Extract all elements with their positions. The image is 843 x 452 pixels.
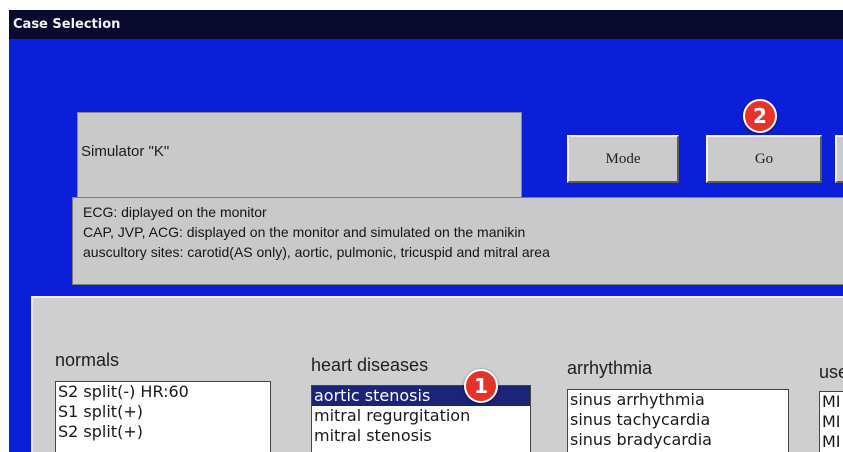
normals-label: normals bbox=[55, 350, 120, 370]
list-item[interactable]: mitral stenosis bbox=[312, 426, 530, 446]
info-line-auscultory-sites: auscultory sites: carotid(AS only), aort… bbox=[83, 244, 550, 260]
window-title: Case Selection bbox=[9, 10, 843, 39]
partial-list[interactable]: MI MI MI bbox=[819, 391, 843, 452]
partial-group-label: use bbox=[819, 362, 843, 382]
list-item[interactable]: mitral regurgitation bbox=[312, 406, 530, 426]
list-item[interactable]: MI bbox=[820, 432, 843, 452]
list-item[interactable]: sinus arrhythmia bbox=[568, 390, 788, 410]
annotation-badge-1: 1 bbox=[464, 369, 498, 403]
list-item[interactable]: MI bbox=[820, 412, 843, 432]
simulator-label-box: Simulator "K" bbox=[77, 112, 522, 202]
list-item[interactable]: S2 split(+) bbox=[56, 422, 270, 442]
case-list-panel: normals S2 split(-) HR:60 S1 split(+) S2… bbox=[31, 296, 843, 452]
heart-diseases-list[interactable]: aortic stenosis mitral regurgitation mit… bbox=[311, 385, 531, 452]
heart-diseases-label: heart diseases bbox=[311, 355, 429, 375]
list-item[interactable]: sinus bradycardia bbox=[568, 430, 788, 450]
cut-off-button[interactable] bbox=[835, 135, 843, 183]
mode-button[interactable]: Mode bbox=[567, 135, 679, 183]
list-item[interactable]: sinus tachycardia bbox=[568, 410, 788, 430]
list-item[interactable]: S1 split(+) bbox=[56, 402, 270, 422]
photo-frame: Case Selection Simulator "K" Mode Go ECG… bbox=[0, 0, 843, 452]
simulator-label: Simulator "K" bbox=[81, 143, 170, 160]
info-line-cap-jvp-acg: CAP, JVP, ACG: displayed on the monitor … bbox=[83, 224, 526, 240]
annotation-badge-2: 2 bbox=[743, 99, 777, 133]
list-item[interactable]: MI bbox=[820, 392, 843, 412]
arrhythmia-list[interactable]: sinus arrhythmia sinus tachycardia sinus… bbox=[567, 389, 789, 452]
info-line-ecg: ECG: diplayed on the monitor bbox=[83, 204, 267, 220]
arrhythmia-label: arrhythmia bbox=[567, 358, 653, 378]
list-item[interactable]: S2 split(-) HR:60 bbox=[56, 382, 270, 402]
case-info-box: ECG: diplayed on the monitor CAP, JVP, A… bbox=[72, 197, 843, 285]
go-button[interactable]: Go bbox=[706, 135, 822, 183]
case-selection-window: Case Selection Simulator "K" Mode Go ECG… bbox=[9, 10, 843, 452]
normals-list[interactable]: S2 split(-) HR:60 S1 split(+) S2 split(+… bbox=[55, 381, 271, 452]
